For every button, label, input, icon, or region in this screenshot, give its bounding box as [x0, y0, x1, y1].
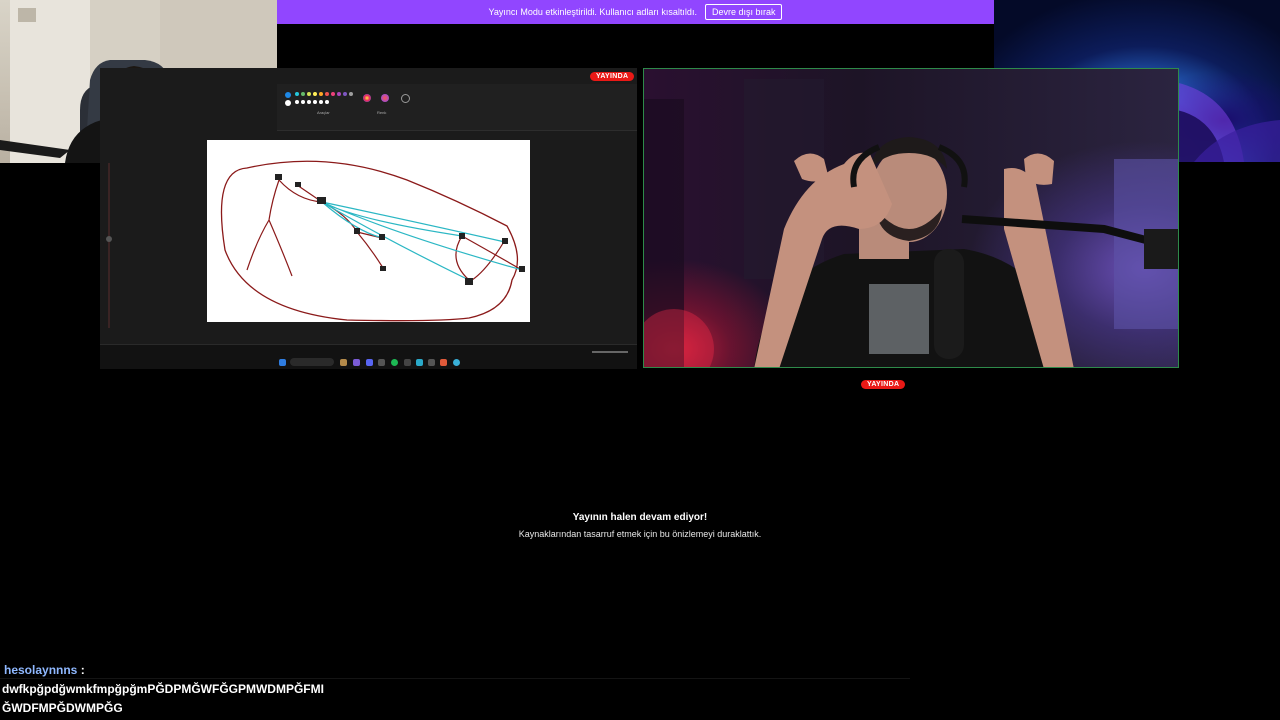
webcam-scene	[644, 79, 1178, 367]
chat-message-line-2: ĞWDFMPĞDWMPĞG	[2, 701, 123, 715]
color-swatch[interactable]	[331, 92, 335, 96]
zoom-slider[interactable]	[592, 351, 628, 353]
screen-share-preview[interactable]: YAYINDA Araçlar Renk	[100, 68, 637, 369]
toolbar-label-colors: Renk	[377, 110, 387, 115]
streamer-mode-banner: Yayıncı Modu etkinleştirildi. Kullanıcı …	[277, 0, 994, 24]
browser-icon[interactable]	[453, 359, 460, 366]
taskbar-search-box[interactable]	[290, 358, 334, 366]
color-swatch[interactable]	[301, 92, 305, 96]
chat-divider	[0, 678, 910, 679]
paint-canvas[interactable]	[207, 140, 530, 322]
taskbar-app-icon[interactable]	[340, 359, 347, 366]
taskbar-app-icon[interactable]	[404, 359, 411, 366]
secondary-color-swatch[interactable]	[285, 100, 291, 106]
taskbar-app-icon[interactable]	[378, 359, 385, 366]
chat-separator: :	[80, 663, 85, 677]
toolbar-label-tools: Araçlar	[317, 110, 330, 115]
edit-colors-icon[interactable]	[381, 94, 389, 102]
windows-start-icon[interactable]	[279, 359, 286, 366]
color-swatch[interactable]	[313, 100, 317, 104]
color-swatch[interactable]	[307, 100, 311, 104]
color-picker-icon[interactable]	[363, 94, 371, 102]
copilot-icon[interactable]	[401, 94, 410, 103]
ruler-handle[interactable]	[106, 236, 112, 242]
color-swatch[interactable]	[325, 100, 329, 104]
network-drawing	[220, 160, 525, 322]
discord-icon[interactable]	[366, 359, 373, 366]
spotify-icon[interactable]	[391, 359, 398, 366]
selected-color-swatch[interactable]	[285, 92, 291, 98]
taskbar-app-icon[interactable]	[440, 359, 447, 366]
color-swatch[interactable]	[343, 92, 347, 96]
preview-paused-subtitle: Kaynaklarından tasarruf etmek için bu ön…	[518, 529, 762, 539]
color-swatch[interactable]	[301, 100, 305, 104]
color-swatch[interactable]	[319, 92, 323, 96]
live-badge-screen: YAYINDA	[590, 72, 635, 81]
chat-message-line-1: dwfkpğpdğwmkfmpğpğmPĞDPMĞWFĞGPMWDMPĞFMI	[2, 682, 324, 696]
live-badge-webcam: YAYINDA	[861, 380, 906, 389]
preview-paused-title: Yayının halen devam ediyor!	[572, 512, 708, 523]
color-swatch[interactable]	[307, 92, 311, 96]
chat-username[interactable]: hesolaynnns	[4, 663, 77, 677]
color-swatch[interactable]	[295, 100, 299, 104]
paint-app-icon[interactable]	[416, 359, 423, 366]
color-swatch[interactable]	[313, 92, 317, 96]
taskbar-app-icon[interactable]	[353, 359, 360, 366]
disable-streamer-mode-button[interactable]: Devre dışı bırak	[704, 4, 783, 20]
webcam-preview[interactable]	[643, 68, 1179, 368]
banner-message: Yayıncı Modu etkinleştirildi. Kullanıcı …	[488, 7, 697, 17]
stream-dashboard: Yayıncı Modu etkinleştirildi. Kullanıcı …	[0, 0, 1280, 720]
color-swatch[interactable]	[337, 92, 341, 96]
vertical-ruler	[108, 163, 110, 328]
paint-toolbar: Araçlar Renk	[277, 84, 637, 131]
color-swatch[interactable]	[319, 100, 323, 104]
taskbar-app-icon[interactable]	[428, 359, 435, 366]
chat-message-header: hesolaynnns :	[4, 663, 85, 677]
color-swatch[interactable]	[295, 92, 299, 96]
color-swatch[interactable]	[349, 92, 353, 96]
color-swatch[interactable]	[325, 92, 329, 96]
windows-taskbar	[100, 344, 637, 369]
